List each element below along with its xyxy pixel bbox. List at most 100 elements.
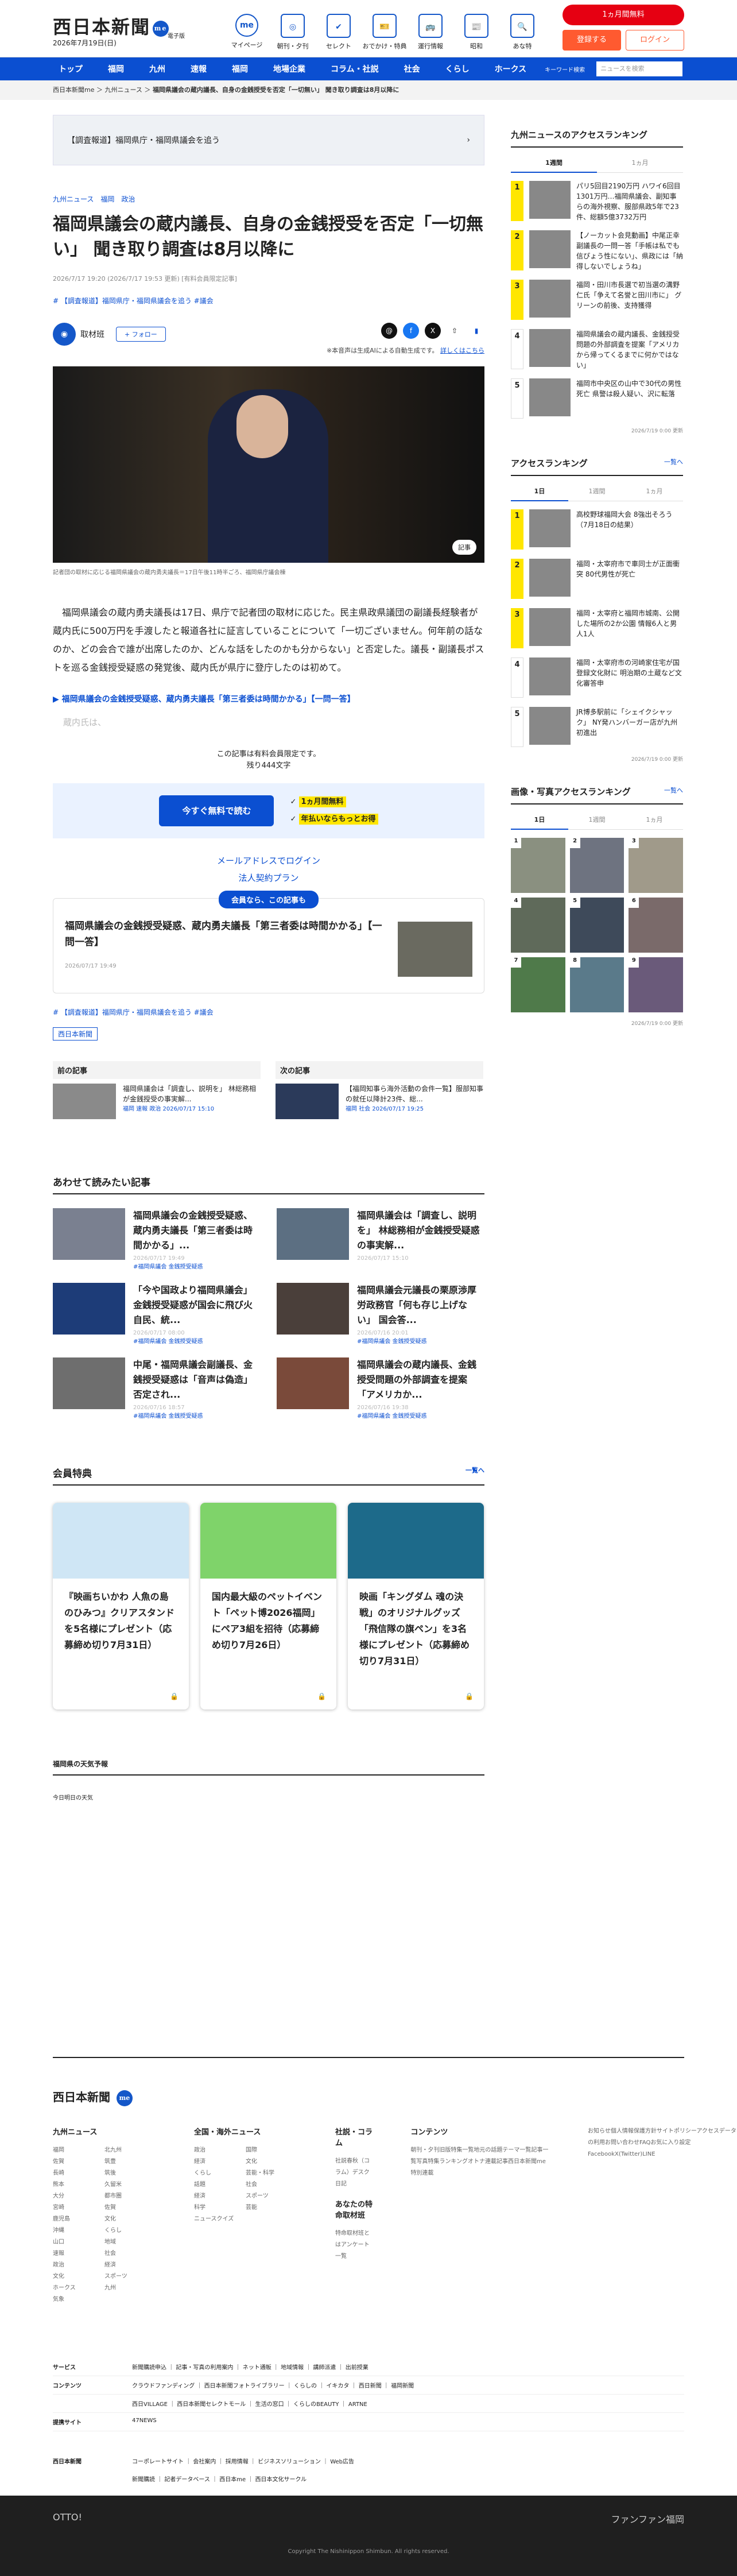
- footer-link[interactable]: ホークス: [53, 2283, 104, 2294]
- footer-link[interactable]: 久留米: [104, 2179, 156, 2191]
- showa-button[interactable]: 📰 昭和: [453, 14, 499, 51]
- footer-logo[interactable]: 西日本新聞 me: [53, 2088, 133, 2106]
- outing-button[interactable]: 🎫 おでかけ・特典: [362, 14, 408, 51]
- footer-link[interactable]: 芸能・科学: [246, 2168, 297, 2179]
- article-keywords-bottom[interactable]: # 【調査報道】福岡県庁・福岡県議会を追う #議会: [53, 1007, 484, 1017]
- footer-link[interactable]: 個人情報保護方針: [611, 2128, 657, 2134]
- trial-button[interactable]: 1ヵ月間無料: [563, 5, 684, 25]
- footer-link[interactable]: 速報: [53, 2248, 104, 2260]
- mypage-button[interactable]: me マイページ: [224, 14, 270, 51]
- footer-link[interactable]: 政治: [53, 2260, 104, 2271]
- benefits-more-link[interactable]: 一覧へ: [466, 1465, 484, 1475]
- list-item[interactable]: 福岡県議会の金銭授受疑惑、蔵内勇夫議長「第三者委は時間かかる」... 2026/0…: [53, 1208, 261, 1270]
- article-keywords[interactable]: # 【調査報道】福岡県庁・福岡県議会を追う #議会: [53, 296, 484, 305]
- footer-link[interactable]: 経済: [194, 2156, 246, 2168]
- footer-link[interactable]: 山口: [53, 2237, 104, 2248]
- tab-week[interactable]: 1週間: [511, 153, 597, 173]
- author-name[interactable]: 取材班: [80, 328, 104, 340]
- list-item[interactable]: 「今や国政より福岡県議会」金銭授受疑惑が国会に飛び火 自民、統... 2026/0…: [53, 1283, 261, 1345]
- photo-thumb[interactable]: 3: [629, 838, 683, 893]
- photo-thumb[interactable]: 6: [629, 898, 683, 953]
- footer-link[interactable]: ランキング: [439, 2159, 468, 2165]
- audio-detail-link[interactable]: 詳しくはこちら: [440, 347, 484, 354]
- member-article-card[interactable]: 会員なら、この記事も 福岡県議会の金銭授受疑惑、蔵内勇夫議長「第三者委は時間かか…: [53, 891, 484, 993]
- photo-thumb[interactable]: 1: [511, 838, 565, 893]
- nav-item[interactable]: 九州: [137, 63, 178, 75]
- nav-item[interactable]: 速報: [178, 63, 219, 75]
- footer-link[interactable]: 写真特集: [416, 2159, 439, 2165]
- site-logo[interactable]: 西日本新聞 me: [53, 13, 169, 39]
- tab-day[interactable]: 1日: [511, 482, 568, 501]
- related-link[interactable]: ▶ 福岡県議会の金銭授受疑惑、蔵内勇夫議長「第三者委は時間かかる」【一問一答】: [53, 693, 484, 705]
- footer-link[interactable]: 佐賀: [53, 2156, 104, 2168]
- footer-link[interactable]: ニュースクイズ: [194, 2214, 246, 2225]
- photo-thumb[interactable]: 8: [569, 957, 624, 1012]
- ranking-item[interactable]: 2 【ノーカット会見動画】中尾正幸副議長の一問一答「手帳は私でも信ぴょう性にない」…: [511, 230, 683, 272]
- ranking-item[interactable]: 5 福岡市中央区の山中で30代の男性死亡 県警は殺人疑い、沢に転落: [511, 378, 683, 420]
- share-icon[interactable]: ⇧: [447, 323, 463, 339]
- benefit-card[interactable]: 『映画ちいかわ 人魚の島のひみつ』クリアスタンドを5名様にプレゼント（応募締め切…: [53, 1503, 189, 1709]
- footer-link[interactable]: 連載記事: [485, 2159, 508, 2165]
- footer-link[interactable]: 科学: [194, 2202, 246, 2214]
- footer-link[interactable]: 朝刊・夕刊: [410, 2147, 439, 2153]
- footer-link[interactable]: 文化: [104, 2214, 156, 2225]
- tab-month[interactable]: 1ヵ月: [597, 153, 683, 173]
- benefit-card[interactable]: 国内最大級のペットイベント「ペット博2026福岡」にペア3組を招待（応募締め切り…: [200, 1503, 336, 1709]
- breadcrumb-home[interactable]: 西日本新聞me: [53, 86, 94, 94]
- otto-logo[interactable]: OTTO!: [53, 2512, 82, 2525]
- footer-link[interactable]: 佐賀: [104, 2202, 156, 2214]
- footer-link[interactable]: 話題: [194, 2179, 246, 2191]
- ranking-item[interactable]: 1 高校野球福岡大会 8強出そろう（7月18日の結果）: [511, 509, 683, 551]
- facebook-icon[interactable]: f: [403, 323, 419, 339]
- footer-link[interactable]: 社会: [246, 2179, 297, 2191]
- nav-item[interactable]: 地場企業: [261, 63, 318, 75]
- read-free-button[interactable]: 今すぐ無料で読む: [159, 795, 274, 826]
- footer-link[interactable]: 経済: [194, 2191, 246, 2202]
- footer-link[interactable]: スポーツ: [104, 2271, 156, 2283]
- photo-thumb[interactable]: 4: [511, 898, 565, 953]
- footer-link[interactable]: 文化: [53, 2271, 104, 2283]
- footer-link[interactable]: テーマ一覧: [502, 2147, 531, 2153]
- ranking-item[interactable]: 3 福岡・田川市長選で初当選の溝野仁氏「争えて名誉と田川市に」 グリーンの前後、支…: [511, 280, 683, 321]
- footer-link[interactable]: 社会: [104, 2248, 156, 2260]
- footer-link[interactable]: 鹿児島: [53, 2214, 104, 2225]
- threads-icon[interactable]: @: [381, 323, 397, 339]
- photo-thumb[interactable]: 9: [629, 957, 683, 1012]
- footer-link[interactable]: 気象: [53, 2294, 104, 2306]
- keyword-search-link[interactable]: キーワード検索: [539, 65, 591, 74]
- ranking-item[interactable]: 3 福岡・太宰府と福岡市城南、公開した場所の2か公園 情報6人と男人1人: [511, 608, 683, 649]
- select-button[interactable]: ✔ セレクト: [316, 14, 362, 51]
- footer-link[interactable]: 特集一覧: [451, 2147, 474, 2153]
- footer-link[interactable]: くらし: [194, 2168, 246, 2179]
- fanfun-logo[interactable]: ファンファン福岡: [611, 2512, 684, 2525]
- paper-button[interactable]: ◎ 朝刊・夕刊: [270, 14, 316, 51]
- nav-item[interactable]: コラム・社説: [318, 63, 391, 75]
- nav-item[interactable]: くらし: [433, 63, 482, 75]
- bookmark-icon[interactable]: ▮: [468, 323, 484, 339]
- footer-link[interactable]: 沖縄: [53, 2225, 104, 2237]
- footer-link[interactable]: 国際: [246, 2145, 297, 2156]
- footer-link[interactable]: 筑豊: [104, 2156, 156, 2168]
- caption-button[interactable]: 記事: [452, 540, 476, 555]
- footer-link[interactable]: 大分: [53, 2191, 104, 2202]
- photo-thumb[interactable]: 2: [569, 838, 624, 893]
- anatoku-button[interactable]: 🔍 あな特: [499, 14, 545, 51]
- weather-tab[interactable]: 今日明日の天気: [53, 1793, 484, 1801]
- series-banner[interactable]: 【調査報道】福岡県庁・福岡県議会を追う ›: [53, 115, 484, 165]
- login-button[interactable]: ログイン: [626, 30, 684, 51]
- register-button[interactable]: 登録する: [563, 30, 621, 51]
- footer-link[interactable]: くらし: [104, 2225, 156, 2237]
- footer-link[interactable]: 熊本: [53, 2179, 104, 2191]
- nav-item[interactable]: 社会: [391, 63, 433, 75]
- footer-link[interactable]: Facebook: [588, 2151, 615, 2157]
- footer-link[interactable]: 都市圏: [104, 2191, 156, 2202]
- ranking-item[interactable]: 2 福岡・太宰府市で車同士が正面衝突 80代男性が死亡: [511, 559, 683, 600]
- footer-link[interactable]: オトナ: [468, 2159, 485, 2165]
- footer-link[interactable]: 経済: [104, 2260, 156, 2271]
- footer-link[interactable]: お知らせ: [588, 2128, 611, 2134]
- photo-thumb[interactable]: 5: [569, 898, 624, 953]
- footer-link[interactable]: FAQ: [639, 2140, 650, 2146]
- footer-link[interactable]: X(Twitter): [615, 2151, 642, 2157]
- footer-link[interactable]: 社説: [335, 2158, 347, 2164]
- list-item[interactable]: 福岡県議会元議長の栗原渉厚労政務官「何も存じ上げない」 国会答... 2026/0…: [277, 1283, 484, 1345]
